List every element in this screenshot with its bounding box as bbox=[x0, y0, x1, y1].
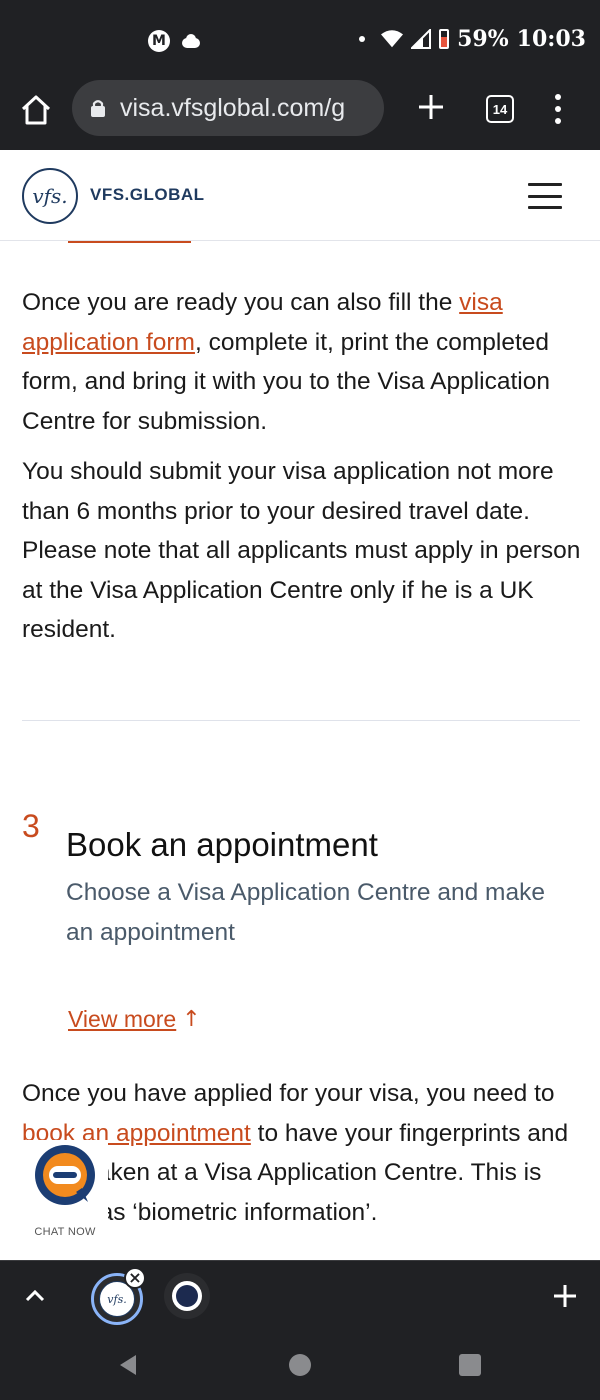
new-tab-icon[interactable] bbox=[416, 92, 446, 122]
system-icons: 59% 10:03 bbox=[359, 26, 586, 52]
chevron-up-icon[interactable] bbox=[22, 1283, 48, 1309]
home-nav-icon[interactable] bbox=[289, 1354, 311, 1376]
signal-icon bbox=[411, 29, 432, 49]
logo-text[interactable]: VFS.GLOBAL bbox=[90, 185, 205, 205]
battery-percent: 59% bbox=[457, 26, 509, 52]
m-app-icon: M bbox=[148, 30, 170, 52]
back-icon[interactable] bbox=[116, 1353, 140, 1377]
close-tab-icon[interactable]: × bbox=[124, 1267, 146, 1289]
tab-second-site[interactable] bbox=[164, 1273, 210, 1319]
dot-icon bbox=[359, 36, 366, 42]
chat-now-label: CHAT NOW bbox=[34, 1226, 96, 1238]
section-divider bbox=[22, 720, 580, 721]
view-more-label: View more bbox=[68, 1006, 177, 1032]
notification-icons: M bbox=[148, 30, 202, 52]
browser-toolbar: visa.vfsglobal.com/g 14 bbox=[0, 80, 600, 150]
clock: 10:03 bbox=[516, 26, 586, 52]
tab-switcher-button[interactable]: 14 bbox=[486, 95, 514, 123]
recents-icon[interactable] bbox=[459, 1354, 481, 1376]
system-navigation-bar bbox=[0, 1330, 600, 1400]
url-text: visa.vfsglobal.com/g bbox=[120, 93, 346, 122]
paragraph-submission-timing: You should submit your visa application … bbox=[22, 458, 581, 643]
wifi-icon bbox=[381, 30, 404, 48]
status-bar: M 59% 10:03 bbox=[0, 0, 600, 80]
logo-mark: vfs. bbox=[32, 184, 68, 208]
vfs-logo[interactable]: vfs. bbox=[22, 168, 78, 224]
tab-count: 14 bbox=[492, 101, 508, 117]
accent-underline bbox=[68, 241, 191, 243]
chat-widget[interactable]: CHAT NOW bbox=[22, 1140, 108, 1242]
step-title: Book an appointment bbox=[66, 826, 378, 863]
site-header: vfs. VFS.GLOBAL bbox=[0, 150, 600, 241]
step-number: 3 bbox=[22, 808, 40, 844]
hamburger-menu-icon[interactable] bbox=[528, 183, 562, 209]
address-bar[interactable]: visa.vfsglobal.com/g bbox=[72, 80, 384, 136]
home-icon[interactable] bbox=[18, 92, 54, 128]
add-tab-icon[interactable] bbox=[552, 1283, 578, 1309]
cloud-icon bbox=[180, 34, 202, 48]
overflow-menu-icon[interactable] bbox=[553, 94, 563, 124]
tab-strip: vfs. × bbox=[0, 1260, 600, 1330]
site-favicon bbox=[172, 1281, 202, 1311]
arrow-up-icon: ↑ bbox=[182, 1007, 201, 1032]
lock-icon bbox=[91, 100, 105, 117]
chat-icon bbox=[35, 1145, 95, 1205]
view-more-link[interactable]: View more ↑ bbox=[68, 1006, 201, 1033]
battery-icon bbox=[439, 29, 450, 49]
paragraph-application-form: Once you are ready you can also fill the… bbox=[22, 289, 550, 435]
step-subtitle: Choose a Visa Application Centre and mak… bbox=[66, 879, 545, 946]
